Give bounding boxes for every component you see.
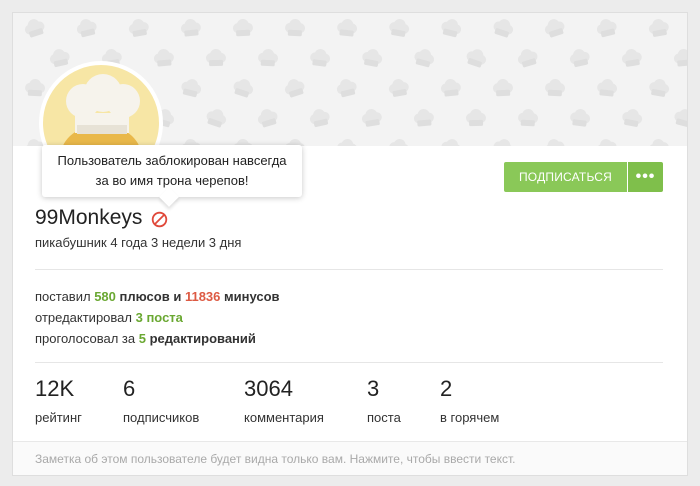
edit-votes-prefix: проголосовал за bbox=[35, 331, 136, 346]
cover-hat-icon bbox=[284, 79, 305, 98]
subscribe-button[interactable]: ПОДПИСАТЬСЯ bbox=[504, 162, 627, 192]
edit-votes-count: 5 bbox=[138, 331, 146, 346]
cover-hat-icon bbox=[466, 49, 487, 68]
cover-hat-icon bbox=[621, 49, 642, 67]
counter-rating[interactable]: 12K рейтинг bbox=[35, 376, 123, 425]
counter-posts[interactable]: 3 поста bbox=[367, 376, 440, 425]
cover-hat-icon bbox=[76, 19, 97, 38]
edits-stat: отредактировал 3 поста bbox=[35, 310, 183, 325]
edit-votes-suffix: редактирований bbox=[149, 331, 256, 346]
counter-label: подписчиков bbox=[123, 410, 200, 425]
counter-label: поста bbox=[367, 410, 401, 425]
cover-hat-icon bbox=[569, 49, 590, 68]
counter-hot[interactable]: 2 в горячем bbox=[440, 376, 540, 425]
cover-hat-icon bbox=[49, 49, 70, 68]
cover-hat-icon bbox=[24, 19, 45, 38]
cover-hat-icon bbox=[649, 79, 670, 97]
votes-mid: плюсов и bbox=[119, 289, 182, 304]
cover-hat-icon bbox=[413, 109, 434, 127]
cover-hat-icon bbox=[232, 19, 253, 37]
ban-icon[interactable] bbox=[151, 210, 168, 227]
edit-votes-stat: проголосовал за 5 редактирований bbox=[35, 331, 256, 346]
user-note-field[interactable]: Заметка об этом пользователе будет видна… bbox=[13, 441, 687, 475]
cover-hat-icon bbox=[181, 79, 202, 98]
cover-hat-icon bbox=[388, 79, 409, 97]
cover-hat-icon bbox=[389, 19, 410, 37]
cover-hat-icon bbox=[258, 49, 279, 67]
cover-hat-icon bbox=[465, 109, 486, 127]
cover-hat-icon bbox=[285, 19, 306, 37]
username: 99Monkeys bbox=[35, 206, 143, 229]
cover-hat-icon bbox=[337, 139, 358, 146]
cover-hat-icon bbox=[674, 109, 687, 128]
cover-hat-icon bbox=[441, 19, 462, 38]
cover-hat-icon bbox=[414, 49, 435, 68]
cover-hat-icon bbox=[361, 109, 382, 127]
cover-hat-icon bbox=[257, 109, 278, 128]
cover-hat-icon bbox=[337, 19, 358, 37]
account-age: пикабушник 4 года 3 недели 3 дня bbox=[35, 235, 242, 250]
divider bbox=[35, 362, 663, 363]
cover-hat-icon bbox=[362, 49, 383, 67]
counter-value: 2 bbox=[440, 376, 453, 401]
cover-hat-icon bbox=[544, 19, 565, 38]
cover-hat-icon bbox=[597, 79, 618, 97]
more-button[interactable]: ••• bbox=[628, 162, 663, 192]
counter-label: в горячем bbox=[440, 410, 500, 425]
cover-hat-icon bbox=[233, 79, 254, 98]
minuses-count: 11836 bbox=[184, 289, 221, 304]
pluses-count: 580 bbox=[94, 289, 116, 304]
edits-prefix: отредактировал bbox=[35, 310, 132, 325]
votes-prefix: поставил bbox=[35, 289, 91, 304]
username-row: 99Monkeys bbox=[35, 206, 168, 230]
cover-hat-icon bbox=[389, 139, 410, 146]
cover-hat-icon bbox=[517, 49, 538, 68]
cover-hat-icon bbox=[206, 109, 227, 128]
cover-hat-icon bbox=[648, 19, 669, 37]
counter-label: рейтинг bbox=[35, 410, 82, 425]
cover-hat-icon bbox=[205, 49, 226, 67]
cover-hat-icon bbox=[493, 139, 514, 146]
cover-hat-icon bbox=[570, 109, 591, 127]
tooltip-line-2: за во имя трона черепов! bbox=[95, 173, 249, 188]
cover-hat-icon bbox=[596, 139, 617, 146]
cover-hat-icon bbox=[596, 19, 617, 38]
counter-subscribers[interactable]: 6 подписчиков bbox=[123, 376, 244, 425]
cover-hat-icon bbox=[309, 109, 330, 128]
profile-card: Пользователь заблокирован навсегда за во… bbox=[12, 12, 688, 476]
cover-hat-icon bbox=[336, 79, 357, 98]
counters-row: 12K рейтинг 6 подписчиков 3064 комментар… bbox=[35, 376, 540, 425]
cover-hat-icon bbox=[128, 19, 149, 37]
cover-hat-icon bbox=[545, 79, 566, 97]
cover-hat-icon bbox=[25, 79, 46, 97]
cover-hat-icon bbox=[440, 79, 461, 97]
cover-hat-icon bbox=[180, 19, 201, 37]
edits-count: 3 поста bbox=[135, 310, 183, 325]
counter-value: 3064 bbox=[244, 376, 293, 401]
cover-hat-icon bbox=[622, 109, 643, 127]
ban-tooltip: Пользователь заблокирован навсегда за во… bbox=[42, 145, 302, 207]
cover-hat-icon bbox=[544, 139, 565, 146]
counter-comments[interactable]: 3064 комментария bbox=[244, 376, 367, 425]
counter-value: 12K bbox=[35, 376, 75, 401]
cover-hat-icon bbox=[648, 139, 669, 146]
divider bbox=[35, 269, 663, 270]
cover-hat-icon bbox=[673, 49, 687, 67]
more-dots-icon: ••• bbox=[635, 168, 656, 185]
counter-value: 3 bbox=[367, 376, 380, 401]
counter-label: комментария bbox=[244, 410, 324, 425]
cover-hat-icon bbox=[492, 79, 513, 97]
counter-value: 6 bbox=[123, 376, 136, 401]
cover-hat-icon bbox=[310, 49, 331, 67]
cover-hat-icon bbox=[153, 49, 174, 67]
tooltip-line-1: Пользователь заблокирован навсегда bbox=[57, 153, 287, 168]
cover-hat-icon bbox=[518, 109, 539, 127]
cover-hat-icon bbox=[441, 139, 462, 146]
votes-stat: поставил 580 плюсов и 11836 минусов bbox=[35, 289, 280, 304]
votes-suffix: минусов bbox=[224, 289, 280, 304]
cover-hat-icon bbox=[493, 19, 514, 38]
